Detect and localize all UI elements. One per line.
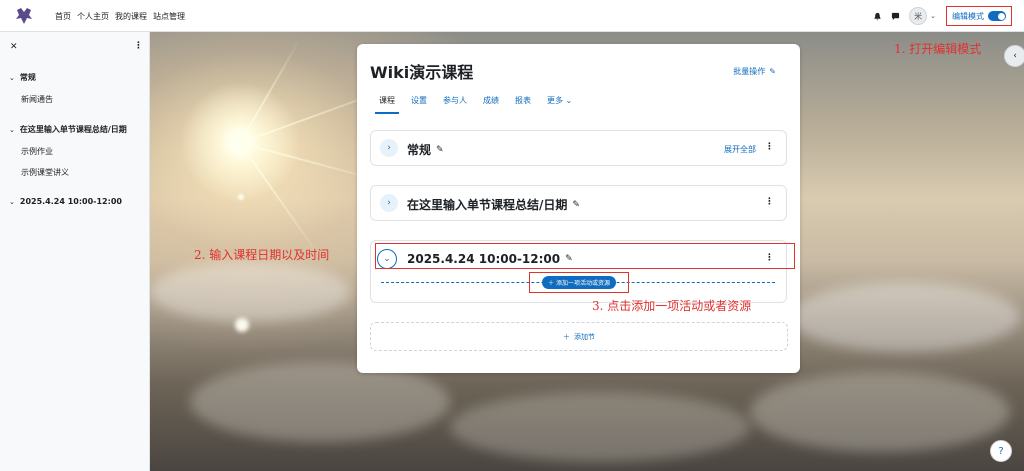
expand-all-link[interactable]: 展开全部 bbox=[724, 144, 756, 155]
add-section-button[interactable]: ＋ 添加节 bbox=[370, 322, 788, 351]
kebab-menu-icon[interactable]: ⋮ bbox=[765, 197, 774, 207]
edit-mode-label: 编辑模式 bbox=[952, 11, 984, 21]
cloud bbox=[150, 262, 350, 322]
help-icon[interactable]: ? bbox=[990, 440, 1012, 462]
cloud bbox=[190, 362, 450, 442]
tab-more-label: 更多 bbox=[547, 96, 563, 105]
chevron-right-icon[interactable]: › bbox=[380, 139, 398, 157]
course-index-drawer: ✕ ⋮ ⌄ 常规 新闻通告 ⌄ 在这里输入单节课程总结/日期 示例作业 示例课堂… bbox=[0, 32, 150, 471]
drawer-item-handout[interactable]: 示例课堂讲义 bbox=[21, 167, 69, 178]
kebab-menu-icon[interactable]: ⋮ bbox=[134, 41, 143, 51]
chevron-down-icon: ⌄ bbox=[9, 197, 15, 206]
kebab-menu-icon[interactable]: ⋮ bbox=[765, 142, 774, 152]
chevron-down-icon: ⌄ bbox=[9, 125, 15, 134]
chevron-down-icon: ⌄ bbox=[9, 73, 15, 82]
course-section-general: › 常规 ✎ 展开全部 ⋮ bbox=[370, 130, 787, 166]
edit-mode-toggle[interactable]: 编辑模式 bbox=[946, 6, 1012, 26]
user-avatar[interactable]: 米 bbox=[909, 7, 928, 25]
tab-participants[interactable]: 参与人 bbox=[443, 95, 467, 114]
nav-my-courses[interactable]: 我的课程 bbox=[115, 11, 147, 22]
tab-grades[interactable]: 成绩 bbox=[483, 95, 499, 114]
nav-profile[interactable]: 个人主页 bbox=[77, 11, 109, 22]
annotation-step1: 1. 打开编辑模式 bbox=[894, 42, 982, 56]
tab-course[interactable]: 课程 bbox=[375, 95, 399, 114]
add-activity-button[interactable]: ＋ 添加一项活动或资源 bbox=[529, 272, 629, 293]
user-tools: 米 ⌄ 编辑模式 bbox=[871, 0, 1012, 32]
nav-home[interactable]: 首页 bbox=[55, 11, 71, 22]
drawer-item-assignment[interactable]: 示例作业 bbox=[21, 146, 53, 157]
bulk-edit-button[interactable]: 批量操作 ✎ bbox=[733, 66, 776, 77]
pencil-icon[interactable]: ✎ bbox=[436, 145, 444, 155]
chevron-left-icon[interactable]: ‹ bbox=[1004, 45, 1024, 67]
close-icon[interactable]: ✕ bbox=[10, 42, 18, 52]
section-title-text: 常规 bbox=[407, 143, 432, 157]
bulk-edit-label: 批量操作 bbox=[733, 67, 766, 76]
drawer-section-label: 2025.4.24 10:00-12:00 bbox=[19, 197, 122, 206]
cloud bbox=[450, 392, 750, 462]
drawer-section-general[interactable]: ⌄ 常规 bbox=[9, 72, 36, 83]
cloud bbox=[750, 372, 1010, 452]
section-title: 在这里输入单节课程总结/日期 ✎ bbox=[407, 196, 580, 213]
annotation-step2: 2. 输入课程日期以及时间 bbox=[194, 248, 330, 262]
site-logo[interactable] bbox=[14, 6, 34, 26]
course-tabs: 课程 设置 参与人 成绩 报表 更多 ⌄ bbox=[375, 95, 572, 114]
top-navbar: 首页 个人主页 我的课程 站点管理 米 ⌄ 编辑模式 bbox=[0, 0, 1024, 32]
chat-bubble-icon[interactable] bbox=[889, 10, 901, 22]
lens-flare bbox=[238, 194, 244, 200]
course-section-summary: › 在这里输入单节课程总结/日期 ✎ ⋮ bbox=[370, 185, 787, 221]
pencil-icon[interactable]: ✎ bbox=[572, 200, 580, 210]
tab-settings[interactable]: 设置 bbox=[411, 95, 427, 114]
bell-icon[interactable] bbox=[871, 10, 883, 22]
add-activity-pill[interactable]: ＋ 添加一项活动或资源 bbox=[542, 276, 616, 289]
nav-site-admin[interactable]: 站点管理 bbox=[153, 11, 185, 22]
highlight-box-section-date bbox=[375, 243, 795, 269]
chevron-down-icon[interactable]: ⌄ bbox=[930, 12, 936, 20]
drawer-section-label: 常规 bbox=[19, 73, 36, 82]
drawer-section-date[interactable]: ⌄ 2025.4.24 10:00-12:00 bbox=[9, 197, 122, 206]
cloud bbox=[790, 282, 1020, 352]
tab-reports[interactable]: 报表 bbox=[515, 95, 531, 114]
pencil-icon: ✎ bbox=[769, 67, 776, 76]
primary-navigation: 首页 个人主页 我的课程 站点管理 bbox=[55, 0, 185, 32]
drawer-section-label: 在这里输入单节课程总结/日期 bbox=[19, 125, 127, 134]
annotation-step3: 3. 点击添加一项活动或者资源 bbox=[592, 299, 752, 313]
section-title-text: 在这里输入单节课程总结/日期 bbox=[407, 198, 568, 212]
toggle-switch[interactable] bbox=[988, 11, 1006, 21]
sun-ray bbox=[239, 38, 301, 144]
drawer-item-news[interactable]: 新闻通告 bbox=[21, 94, 53, 105]
drawer-section-summary[interactable]: ⌄ 在这里输入单节课程总结/日期 bbox=[9, 124, 127, 135]
section-title: 常规 ✎ bbox=[407, 141, 444, 158]
page-title: Wiki演示课程 bbox=[370, 63, 474, 82]
add-section-label: 添加节 bbox=[574, 332, 595, 341]
chevron-right-icon[interactable]: › bbox=[380, 194, 398, 212]
add-activity-label: 添加一项活动或资源 bbox=[555, 280, 610, 287]
tab-more[interactable]: 更多 ⌄ bbox=[547, 95, 572, 114]
